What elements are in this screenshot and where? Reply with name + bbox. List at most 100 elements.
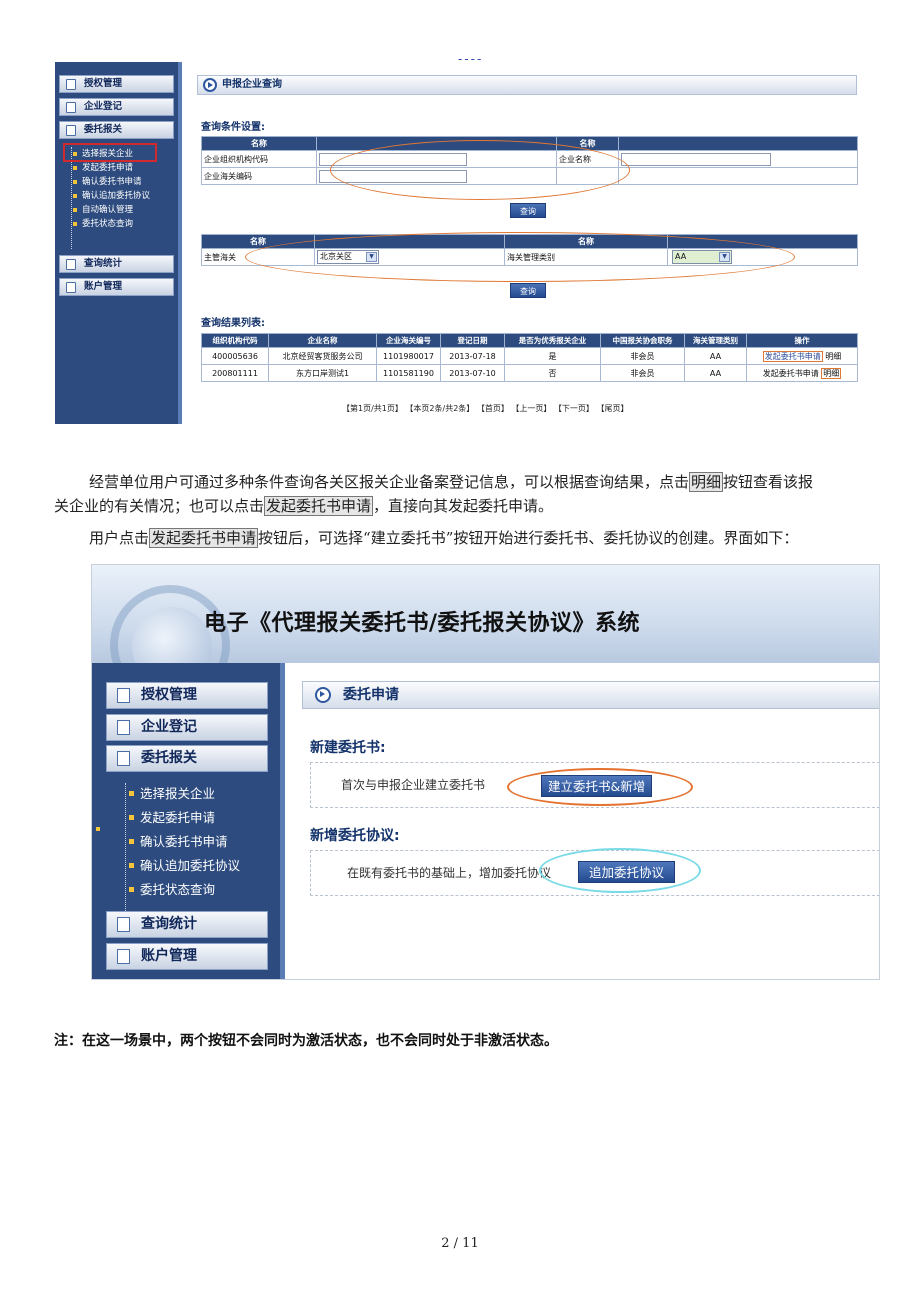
cell: 非会员 bbox=[600, 364, 685, 382]
doc-icon bbox=[66, 79, 76, 90]
apply-link[interactable]: 发起委托书申请 bbox=[763, 369, 819, 378]
field-label: 企业海关编码 bbox=[201, 167, 317, 185]
enterprise-name-input[interactable] bbox=[621, 152, 771, 166]
submenu-select-broker[interactable]: 选择报关企业 bbox=[124, 783, 274, 804]
menu-label: 查询统计 bbox=[141, 916, 197, 932]
menu-query-stats[interactable]: 查询统计 bbox=[106, 911, 268, 938]
highlight-oval bbox=[539, 848, 701, 893]
menu-entrust-declare[interactable]: 委托报关 bbox=[106, 745, 268, 772]
col-header: 海关管理类别 bbox=[684, 333, 747, 348]
submenu-label: 发起委托申请 bbox=[140, 810, 216, 825]
pagination[interactable]: 【第1页/共1页】 【本页2条/共2条】 【首页】 【上一页】 【下一页】 【尾… bbox=[342, 403, 628, 414]
query-button[interactable]: 查询 bbox=[510, 203, 546, 218]
bullet-icon bbox=[73, 208, 77, 212]
field-cell bbox=[618, 167, 858, 185]
paragraph-2: 用户点击 发起委托书申请 按钮后，可选择“建立委托书”按钮开始进行委托书、委托协议的… bbox=[89, 526, 798, 550]
detail-link[interactable]: 明细 bbox=[825, 352, 841, 361]
submenu-label: 选择报关企业 bbox=[140, 786, 216, 801]
submenu-label: 委托状态查询 bbox=[140, 882, 216, 897]
submenu-status-query[interactable]: 委托状态查询 bbox=[69, 218, 179, 230]
submenu-initiate[interactable]: 发起委托申请 bbox=[69, 162, 179, 174]
col-header bbox=[618, 136, 858, 151]
bullet-icon bbox=[129, 791, 134, 796]
results-table: 组织机构代码 企业名称 企业海关编号 登记日期 是否为优秀报关企业 中国报关协会… bbox=[201, 333, 858, 382]
submenu-label: 自动确认管理 bbox=[82, 205, 134, 215]
paragraph-1-line-2: 关企业的有关情况；也可以点击 发起委托书申请 ，直接向其发起委托申请。 bbox=[54, 494, 553, 518]
query-button-2[interactable]: 查询 bbox=[510, 283, 546, 298]
text-span: ，直接向其发起委托申请。 bbox=[373, 497, 554, 515]
system-banner: 电子《代理报关委托书/委托报关协议》系统 bbox=[92, 565, 879, 705]
cell: 1101980017 bbox=[376, 347, 441, 365]
sidebar: 授权管理 企业登记 委托报关 选择报关企业 发起委托申请 确认委托书申请 确认追… bbox=[55, 62, 182, 424]
text-span: 用户点击 bbox=[89, 529, 150, 547]
bullet-icon bbox=[73, 194, 77, 198]
col-header: 登记日期 bbox=[440, 333, 505, 348]
submenu-auto-confirm[interactable]: 自动确认管理 bbox=[69, 204, 179, 216]
submenu-confirm-agreement[interactable]: 确认追加委托协议 bbox=[124, 855, 274, 876]
cell: 北京经贸客货服务公司 bbox=[268, 347, 377, 365]
submenu-label: 委托状态查询 bbox=[82, 219, 134, 229]
action-cell: 发起委托书申请 明细 bbox=[746, 347, 858, 365]
paragraph-1-line-1: 经营单位用户可通过多种条件查询各关区报关企业备案登记信息，可以根据查询结果，点击… bbox=[89, 470, 813, 494]
col-header: 组织机构代码 bbox=[201, 333, 269, 348]
highlight-oval bbox=[507, 768, 693, 806]
cell: 非会员 bbox=[600, 347, 685, 365]
bullet-icon bbox=[73, 166, 77, 170]
new-book-heading: 新建委托书: bbox=[310, 740, 386, 756]
page-number: 2 / 11 bbox=[441, 1236, 479, 1251]
doc-icon bbox=[117, 917, 130, 932]
apply-button-ref: 发起委托书申请 bbox=[264, 496, 374, 516]
field-label: 企业组织机构代码 bbox=[201, 150, 317, 168]
cell: AA bbox=[684, 347, 747, 365]
new-book-text: 首次与申报企业建立委托书 bbox=[341, 778, 486, 792]
submenu-initiate[interactable]: 发起委托申请 bbox=[124, 807, 274, 828]
menu-auth[interactable]: 授权管理 bbox=[106, 682, 268, 709]
cell: 是 bbox=[504, 347, 601, 365]
menu-entrust-declare[interactable]: 委托报关 bbox=[59, 121, 174, 139]
bullet-icon bbox=[73, 222, 77, 226]
menu-enterprise-register[interactable]: 企业登记 bbox=[106, 714, 268, 741]
field-cell bbox=[618, 150, 858, 168]
menu-label: 委托报关 bbox=[84, 124, 123, 135]
submenu-label: 发起委托申请 bbox=[82, 163, 134, 173]
table-row: 400005636 北京经贸客货服务公司 1101980017 2013-07-… bbox=[201, 347, 858, 365]
menu-account[interactable]: 账户管理 bbox=[106, 943, 268, 970]
cell: 1101581190 bbox=[376, 364, 441, 382]
submenu-confirm-book[interactable]: 确认委托书申请 bbox=[124, 831, 274, 852]
menu-label: 授权管理 bbox=[141, 687, 197, 703]
doc-icon bbox=[117, 949, 130, 964]
menu-label: 账户管理 bbox=[84, 281, 123, 292]
text-span: 按钮查看该报 bbox=[723, 473, 814, 491]
action-cell: 发起委托书申请 明细 bbox=[746, 364, 858, 382]
apply-link[interactable]: 发起委托书申请 bbox=[762, 350, 823, 362]
marker-icon bbox=[96, 827, 100, 831]
detail-link[interactable]: 明细 bbox=[821, 367, 842, 379]
submenu-confirm-agreement[interactable]: 确认追加委托协议 bbox=[69, 190, 179, 202]
bullet-icon bbox=[129, 863, 134, 868]
cell: 2013-07-10 bbox=[440, 364, 505, 382]
cell: 东方口岸测试1 bbox=[268, 364, 377, 382]
detail-button-ref: 明细 bbox=[689, 472, 724, 492]
menu-enterprise-register[interactable]: 企业登记 bbox=[59, 98, 174, 116]
screenshot-query-page: 授权管理 企业登记 委托报关 选择报关企业 发起委托申请 确认委托书申请 确认追… bbox=[55, 62, 865, 424]
menu-account[interactable]: 账户管理 bbox=[59, 278, 174, 296]
menu-query-stats[interactable]: 查询统计 bbox=[59, 255, 174, 273]
cell: 否 bbox=[504, 364, 601, 382]
bullet-icon bbox=[129, 887, 134, 892]
submenu-status-query[interactable]: 委托状态查询 bbox=[124, 879, 274, 900]
highlight-oval bbox=[245, 232, 795, 282]
add-agreement-text: 在既有委托书的基础上，增加委托协议 bbox=[347, 866, 552, 880]
cell: 200801111 bbox=[201, 364, 269, 382]
menu-auth[interactable]: 授权管理 bbox=[59, 75, 174, 93]
submenu-confirm-book[interactable]: 确认委托书申请 bbox=[69, 176, 179, 188]
table-row: 200801111 东方口岸测试1 1101581190 2013-07-10 … bbox=[201, 364, 858, 382]
cell: 400005636 bbox=[201, 347, 269, 365]
doc-icon bbox=[66, 102, 76, 113]
col-header: 操作 bbox=[746, 333, 858, 348]
doc-icon bbox=[66, 259, 76, 270]
arrow-circle-icon bbox=[203, 78, 217, 92]
note-text: 注：在这一场景中，两个按钮不会同时为激活状态，也不会同时处于非激活状态。 bbox=[54, 1033, 558, 1049]
sidebar-rail bbox=[178, 62, 182, 424]
panel-titlebar: 申报企业查询 bbox=[197, 75, 857, 95]
cell: AA bbox=[684, 364, 747, 382]
